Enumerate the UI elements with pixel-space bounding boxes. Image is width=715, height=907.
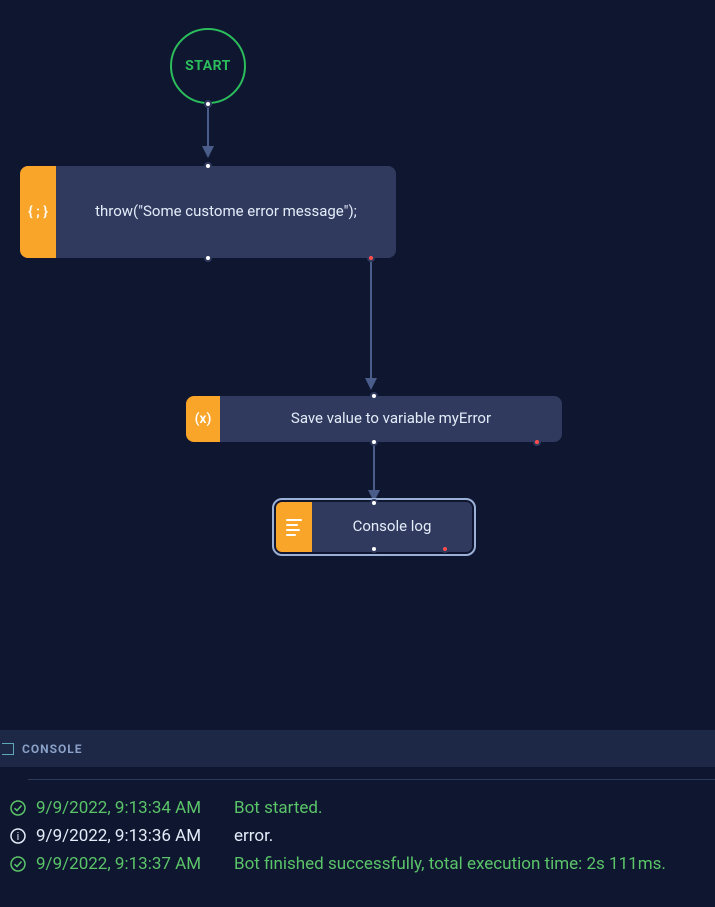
flow-canvas[interactable]: START { ; } throw("Some custome error me… <box>0 0 715 730</box>
port-in[interactable] <box>370 499 378 507</box>
console-tab-label: CONSOLE <box>22 742 83 756</box>
code-icon: { ; } <box>20 166 56 258</box>
port-error-out[interactable] <box>367 254 375 262</box>
list-icon <box>276 502 312 552</box>
info-icon: i <box>10 828 26 844</box>
log-timestamp: 9/9/2022, 9:13:37 AM <box>36 854 224 874</box>
console-tab[interactable]: CONSOLE <box>0 731 715 767</box>
divider <box>28 779 715 780</box>
port-out[interactable] <box>370 545 378 553</box>
port-out[interactable] <box>204 254 212 262</box>
port-out[interactable] <box>370 438 378 446</box>
throw-node[interactable]: { ; } throw("Some custome error message"… <box>20 166 396 258</box>
log-message: error. <box>234 826 273 846</box>
log-row: 9/9/2022, 9:13:34 AM Bot started. <box>10 798 715 818</box>
console-tab-icon <box>2 743 14 755</box>
console-panel: CONSOLE 9/9/2022, 9:13:34 AM Bot started… <box>0 730 715 907</box>
check-icon <box>10 800 26 816</box>
save-variable-label: Save value to variable myError <box>220 396 562 442</box>
start-node[interactable]: START <box>170 28 246 104</box>
start-label: START <box>185 58 231 74</box>
variable-icon: (x) <box>186 396 220 442</box>
log-message: Bot started. <box>234 798 322 818</box>
log-row: i 9/9/2022, 9:13:36 AM error. <box>10 826 715 846</box>
connector-layer <box>0 0 715 730</box>
port-error-out[interactable] <box>441 545 449 553</box>
log-timestamp: 9/9/2022, 9:13:36 AM <box>36 826 224 846</box>
port-error-out[interactable] <box>533 438 541 446</box>
console-body: 9/9/2022, 9:13:34 AM Bot started. i 9/9/… <box>0 767 715 874</box>
save-variable-node[interactable]: (x) Save value to variable myError <box>186 396 562 442</box>
log-row: 9/9/2022, 9:13:37 AM Bot finished succes… <box>10 854 715 874</box>
console-log-label: Console log <box>312 502 472 552</box>
log-timestamp: 9/9/2022, 9:13:34 AM <box>36 798 224 818</box>
svg-text:i: i <box>17 831 19 843</box>
check-icon <box>10 856 26 872</box>
port-in[interactable] <box>370 392 378 400</box>
throw-node-label: throw("Some custome error message"); <box>56 166 396 258</box>
port-out[interactable] <box>204 100 212 108</box>
port-in[interactable] <box>204 162 212 170</box>
log-message: Bot finished successfully, total executi… <box>234 854 666 874</box>
